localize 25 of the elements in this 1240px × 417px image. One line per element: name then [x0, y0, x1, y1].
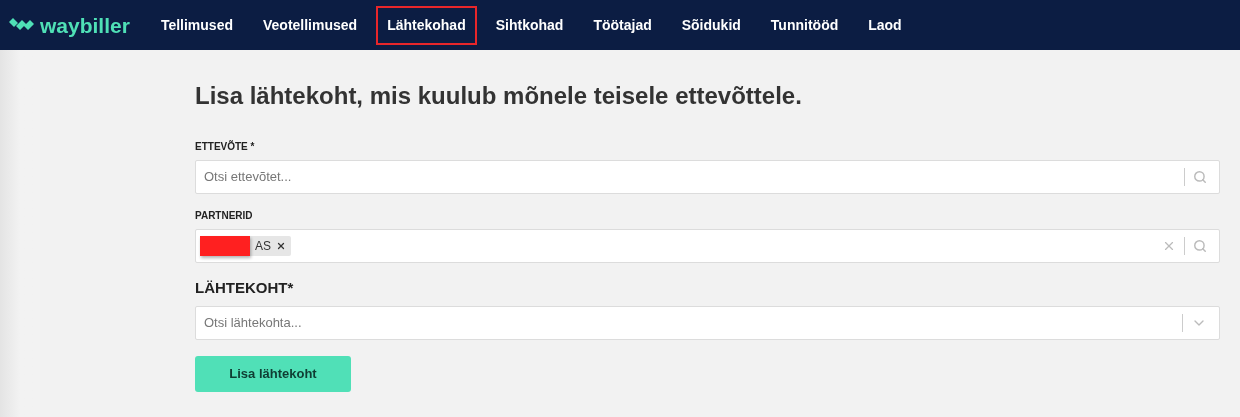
search-field[interactable]: AS: [195, 229, 1220, 263]
nav-tab[interactable]: Tellimused: [149, 5, 244, 45]
nav-tab[interactable]: Sõidukid: [670, 5, 752, 45]
select-field[interactable]: Otsi lähtekohta...: [195, 305, 1220, 340]
placeholder: Otsi ettevõtet...: [203, 168, 292, 187]
search-icon[interactable]: [1193, 239, 1207, 253]
logo-icon: [8, 18, 34, 32]
field-label: PARTNERID: [195, 209, 254, 223]
add-button[interactable]: Lisa lähtekoht: [195, 355, 351, 392]
tag-text: AS: [255, 238, 271, 255]
search-icon[interactable]: [1193, 170, 1207, 184]
search-field[interactable]: Otsi ettevõtet...: [195, 160, 1220, 194]
nav-tab[interactable]: Laod: [857, 5, 913, 45]
nav-tab[interactable]: Töötajad: [582, 5, 663, 45]
clear-icon[interactable]: [1162, 239, 1176, 253]
nav-tab[interactable]: Tunnitööd: [759, 5, 850, 45]
placeholder: Otsi lähtekohta...: [203, 313, 302, 332]
field-label: LÄHTEKOHT*: [195, 278, 295, 298]
brand-name: waybiller: [40, 14, 130, 36]
nav-tab[interactable]: Veotellimused: [252, 5, 369, 45]
nav-tab[interactable]: Sihtkohad: [484, 5, 575, 45]
remove-icon[interactable]: [276, 241, 286, 251]
page-heading: Lisa lähtekoht, mis kuulub mõnele teisele ettevõttele.: [195, 81, 803, 111]
field-label: ETTEVÕTE *: [195, 139, 256, 154]
nav-tab[interactable]: Lähtekohad: [376, 5, 477, 45]
